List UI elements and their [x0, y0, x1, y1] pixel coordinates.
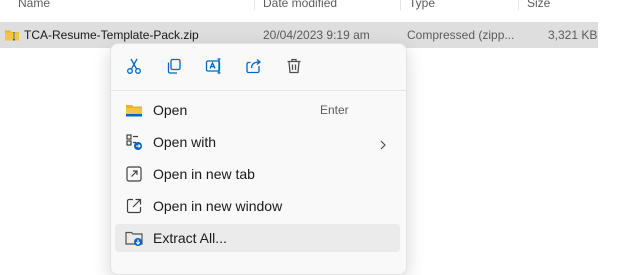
menu-item-shortcut: Enter [320, 103, 349, 117]
column-header-date-modified[interactable]: Date modified [263, 0, 337, 11]
rename-button[interactable] [200, 54, 228, 82]
menu-item-open[interactable]: Open Enter [115, 96, 400, 124]
cut-button[interactable] [120, 54, 148, 82]
folder-open-icon [125, 101, 143, 119]
column-divider[interactable] [518, 0, 519, 10]
copy-icon [165, 57, 183, 80]
copy-button[interactable] [160, 54, 188, 82]
delete-icon [285, 57, 303, 80]
file-type: Compressed (zipp... [407, 28, 515, 42]
new-tab-icon [125, 165, 143, 183]
menu-item-extract-all[interactable]: Extract All... [115, 224, 400, 252]
menu-item-label: Open in new window [153, 198, 283, 214]
menu-item-label: Open with [153, 134, 217, 150]
delete-button[interactable] [280, 54, 308, 82]
menu-item-label: Extract All... [153, 230, 227, 246]
file-size: 3,321 KB [548, 28, 598, 42]
new-window-icon [125, 197, 143, 215]
menu-item-open-in-new-window[interactable]: Open in new window [115, 192, 400, 220]
quick-actions-bar [111, 44, 406, 91]
share-button[interactable] [240, 54, 268, 82]
zip-folder-icon [4, 27, 20, 43]
cut-icon [125, 57, 143, 80]
column-header-type[interactable]: Type [409, 0, 435, 11]
rename-icon [205, 57, 223, 80]
menu-item-open-in-new-tab[interactable]: Open in new tab [115, 160, 400, 188]
column-header-name[interactable]: Name [18, 0, 50, 11]
menu-item-open-with[interactable]: Open with [115, 128, 400, 156]
column-header-size[interactable]: Size [527, 0, 550, 11]
context-menu: Open Enter Open with Open in new tab Ope… [110, 43, 407, 275]
menu-item-label: Open [153, 102, 188, 118]
open-with-icon [125, 133, 143, 151]
column-divider[interactable] [254, 0, 255, 10]
menu-item-label: Open in new tab [153, 166, 255, 182]
chevron-right-icon [378, 137, 388, 150]
share-icon [245, 57, 263, 80]
column-divider[interactable] [400, 0, 401, 10]
extract-icon [125, 229, 143, 247]
